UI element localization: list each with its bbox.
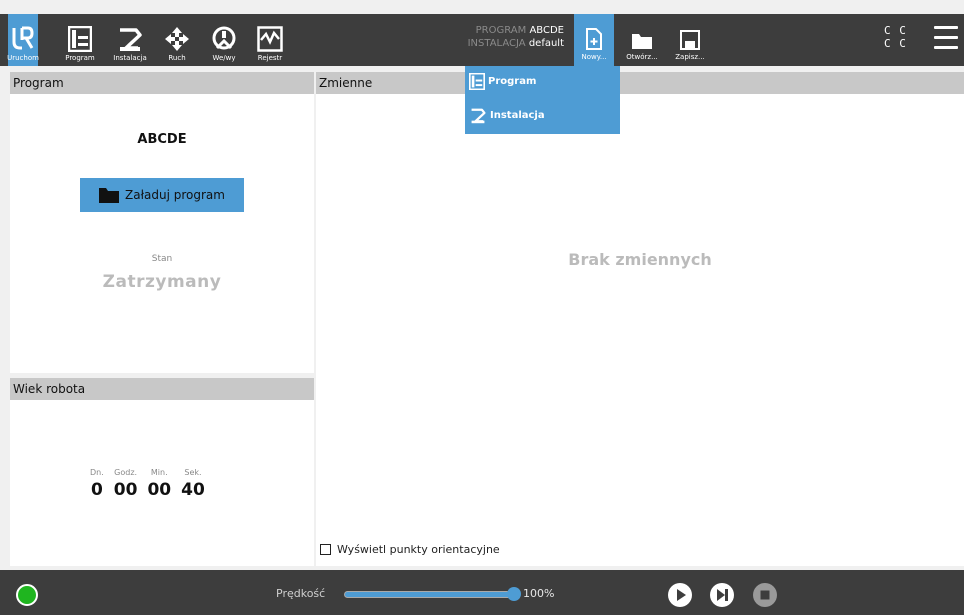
status-indicator-bottom: C C bbox=[884, 37, 907, 50]
stop-icon bbox=[760, 590, 770, 600]
robot-age-panel: Wiek robota Dn. 0 Godz. 00 Min. 00 Sek. … bbox=[10, 378, 314, 566]
age-seconds: Sek. 40 bbox=[181, 468, 205, 500]
program-info: PROGRAM ABCDE INSTALACJA default bbox=[430, 24, 564, 50]
age-unit: Godz. bbox=[114, 468, 138, 477]
save-file-label: Zapisz... bbox=[675, 53, 705, 61]
robot-age-values: Dn. 0 Godz. 00 Min. 00 Sek. 40 bbox=[90, 468, 215, 500]
new-file-button[interactable]: Nowy... bbox=[574, 14, 614, 66]
age-value: 40 bbox=[181, 480, 205, 500]
nav-move-label: Ruch bbox=[168, 54, 186, 62]
program-tree-icon bbox=[68, 26, 92, 52]
save-icon bbox=[680, 30, 700, 50]
robot-age-header: Wiek robota bbox=[10, 378, 314, 400]
speed-label: Prędkość bbox=[276, 587, 326, 600]
step-button[interactable] bbox=[710, 583, 734, 607]
nav-installation-button[interactable]: Instalacja bbox=[110, 14, 150, 66]
move-arrows-icon bbox=[165, 27, 189, 51]
age-unit: Sek. bbox=[184, 468, 202, 477]
menu-item-label: Program bbox=[488, 75, 537, 87]
age-days: Dn. 0 bbox=[90, 468, 104, 500]
load-program-button[interactable]: Załaduj program bbox=[80, 178, 244, 212]
age-value: 00 bbox=[113, 480, 138, 500]
new-file-icon bbox=[586, 28, 602, 50]
program-name: ABCDE bbox=[137, 132, 187, 147]
nav-program-label: Program bbox=[65, 54, 95, 62]
load-program-label: Załaduj program bbox=[125, 188, 225, 202]
status-indicators: C C C C bbox=[884, 24, 907, 50]
speed-value: 100% bbox=[523, 587, 555, 600]
menu-item-new-program[interactable]: Program bbox=[469, 70, 536, 92]
variables-header: Zmienne bbox=[316, 72, 964, 94]
status-indicator-top: C C bbox=[884, 24, 907, 37]
ur-logo-icon bbox=[12, 26, 34, 50]
io-icon bbox=[212, 26, 236, 50]
hamburger-menu-icon[interactable] bbox=[934, 26, 958, 52]
play-icon bbox=[677, 589, 686, 601]
age-value: 0 bbox=[90, 480, 103, 500]
nav-program-button[interactable]: Program bbox=[62, 14, 98, 66]
speed-slider-track[interactable] bbox=[344, 591, 514, 598]
nav-installation-label: Instalacja bbox=[113, 54, 147, 62]
new-file-label: Nowy... bbox=[581, 53, 607, 61]
power-button[interactable] bbox=[16, 584, 38, 606]
program-value: ABCDE bbox=[529, 25, 564, 36]
installation-value: default bbox=[528, 38, 564, 49]
age-unit: Min. bbox=[150, 468, 168, 477]
program-tree-icon bbox=[469, 72, 485, 90]
bottom-bar: Prędkość 100% bbox=[0, 570, 964, 615]
nav-run-label: Uruchom bbox=[7, 54, 39, 62]
state-value: Zatrzymany bbox=[102, 272, 222, 292]
checkbox-box[interactable] bbox=[320, 544, 331, 555]
open-file-label: Otwórz... bbox=[626, 53, 658, 61]
state-label: Stan bbox=[151, 254, 173, 264]
top-bar: Uruchom Program Instalacja Ruch We/wy Re… bbox=[0, 14, 964, 66]
nav-run-button[interactable]: Uruchom bbox=[7, 14, 39, 66]
step-icon bbox=[717, 589, 728, 601]
program-panel-header: Program bbox=[10, 72, 314, 94]
age-unit: Dn. bbox=[90, 468, 104, 477]
menu-item-new-installation[interactable]: Instalacja bbox=[469, 104, 545, 126]
installation-key: INSTALACJA bbox=[467, 38, 526, 49]
nav-log-label: Rejestr bbox=[257, 54, 283, 62]
age-hours: Godz. 00 bbox=[114, 468, 138, 500]
play-button[interactable] bbox=[668, 583, 692, 607]
nav-move-button[interactable]: Ruch bbox=[162, 14, 192, 66]
save-file-button[interactable]: Zapisz... bbox=[672, 14, 708, 66]
open-file-button[interactable]: Otwórz... bbox=[624, 14, 660, 66]
show-waypoints-checkbox[interactable]: Wyświetl punkty orientacyjne bbox=[320, 543, 500, 556]
nav-log-button[interactable]: Rejestr bbox=[254, 14, 286, 66]
program-panel: Program ABCDE Załaduj program Stan Zatrz… bbox=[10, 72, 314, 373]
program-key: PROGRAM bbox=[475, 25, 527, 36]
speed-slider-handle[interactable] bbox=[507, 587, 521, 601]
variables-panel: Zmienne Brak zmiennych Wyświetl punkty o… bbox=[316, 72, 964, 566]
nav-io-label: We/wy bbox=[212, 54, 236, 62]
stop-button[interactable] bbox=[753, 583, 777, 607]
folder-icon bbox=[632, 34, 652, 49]
robot-arm-icon bbox=[471, 108, 486, 123]
nav-io-button[interactable]: We/wy bbox=[206, 14, 242, 66]
robot-arm-icon bbox=[120, 28, 142, 51]
age-value: 00 bbox=[147, 480, 172, 500]
new-file-dropdown: Program Instalacja bbox=[465, 66, 620, 134]
menu-item-label: Instalacja bbox=[490, 109, 545, 121]
no-variables-text: Brak zmiennych bbox=[568, 250, 712, 269]
folder-icon bbox=[99, 188, 120, 203]
log-icon bbox=[257, 26, 283, 52]
show-waypoints-label: Wyświetl punkty orientacyjne bbox=[337, 543, 500, 556]
age-minutes: Min. 00 bbox=[147, 468, 171, 500]
